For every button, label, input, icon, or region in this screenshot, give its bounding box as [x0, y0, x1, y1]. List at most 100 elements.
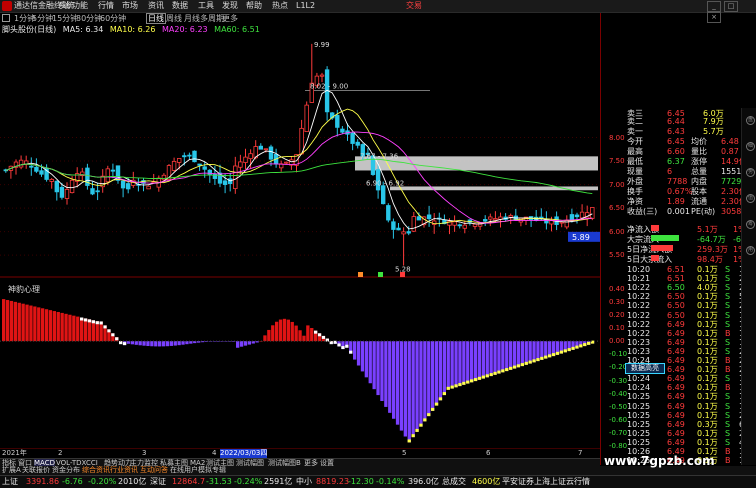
side-tab-5[interactable]: 用	[746, 246, 755, 255]
extension-tab-1[interactable]: 关联报价	[22, 466, 50, 475]
stat-row: 今开 6.45 均价 6.48	[601, 137, 756, 147]
side-tab-2[interactable]: 势	[746, 168, 755, 177]
zx-index-pct: -0.14%	[376, 477, 405, 486]
side-tab-4[interactable]: 筹	[746, 220, 755, 229]
sh-index-pct: -0.20%	[88, 477, 117, 486]
extension-tab-5[interactable]: 互动问答	[140, 466, 168, 475]
osc-tip	[540, 356, 544, 360]
highlight-tooltip[interactable]: 数据高亮	[625, 363, 665, 374]
stat-row: 最高 6.60 量比 0.87	[601, 147, 756, 157]
period-tab-7[interactable]: 月线	[184, 13, 200, 24]
extension-tab-2[interactable]: 资金分布	[52, 466, 80, 475]
menu-item-9[interactable]: 热点	[272, 0, 288, 12]
osc-bar	[37, 307, 41, 342]
ma5-label: MA5: 6.34	[62, 25, 104, 34]
menu-item-5[interactable]: 数据	[172, 0, 188, 12]
trade-button[interactable]: 交易	[406, 0, 422, 12]
osc-bar	[438, 341, 443, 401]
stat-value: 6.37	[667, 157, 685, 166]
period-tab-2[interactable]: 15分钟	[52, 13, 78, 24]
candle-body	[29, 165, 34, 168]
stat-label: 换手	[627, 187, 643, 196]
extension-tab-6[interactable]: 在线用户模拟专辑	[170, 466, 226, 475]
menu-item-6[interactable]: 工具	[198, 0, 214, 12]
chart-area[interactable]: 9.998.02 - 9.007.67 - 7.366.90 - 6.925.2…	[0, 24, 600, 465]
menu-item-8[interactable]: 帮助	[246, 0, 262, 12]
osc-tip	[80, 317, 84, 321]
osc-bar	[271, 325, 275, 342]
sz-index-pct: -0.24%	[234, 477, 263, 486]
stat-label: 最低	[627, 157, 643, 166]
minimize-icon[interactable]: _	[707, 1, 721, 12]
osc-tip	[587, 341, 591, 345]
period-tab-6[interactable]: 周线	[166, 13, 182, 24]
candle-body	[64, 188, 70, 199]
extension-tab-3[interactable]: 综合资讯	[82, 466, 110, 475]
period-tab-9[interactable]: 更多	[222, 13, 238, 24]
candle-body	[182, 155, 187, 158]
period-tab-1[interactable]: 5分钟	[32, 13, 53, 24]
osc-bar	[477, 341, 482, 380]
menu-item-4[interactable]: 资讯	[148, 0, 164, 12]
candle-body	[69, 179, 75, 194]
osc-bar	[399, 341, 404, 431]
candle-body	[238, 161, 243, 168]
osc-bar	[306, 325, 310, 342]
period-tab-3[interactable]: 30分钟	[76, 13, 102, 24]
osc-tip	[341, 346, 345, 350]
osc-tip	[446, 386, 450, 390]
candle-body	[248, 153, 253, 160]
osc-bar	[134, 341, 138, 345]
extension-tab-4[interactable]: 行业资讯	[110, 466, 138, 475]
ma20-label: MA20: 6.23	[162, 25, 208, 34]
osc-bar	[13, 301, 17, 342]
menu-item-10[interactable]: L1L2	[296, 0, 315, 12]
candle-body	[579, 211, 585, 219]
osc-bar	[470, 341, 474, 383]
title-bar: 通达信金融终端 交易 _ □× 系统 功能 行情 市场 资讯 数据 工具 发现 帮助 热点 L1L2	[0, 0, 756, 23]
candle-body	[482, 219, 488, 222]
side-tab-3[interactable]: 值	[746, 194, 755, 203]
stat-label: 最高	[627, 147, 643, 156]
osc-tip	[427, 413, 431, 417]
sh-index-label: 上证	[2, 477, 18, 486]
osc-bar	[466, 341, 470, 384]
osc-bar	[236, 341, 240, 348]
menu-item-3[interactable]: 市场	[122, 0, 138, 12]
candle-body	[49, 179, 54, 182]
osc-tip	[411, 434, 415, 438]
osc-bar	[481, 341, 485, 379]
period-tab-5[interactable]: 日线	[146, 13, 166, 24]
side-tab-0[interactable]: 盘	[746, 116, 755, 125]
candle-body	[335, 114, 340, 128]
stat-row: 外盘 7788 内盘 7729	[601, 177, 756, 187]
osc-tip	[431, 407, 435, 411]
osc-bar	[165, 341, 170, 347]
flow-bar	[651, 255, 659, 261]
osc-tip	[115, 337, 119, 341]
period-tab-8[interactable]: 多周期	[200, 13, 224, 24]
stat-value: 0.001	[667, 207, 690, 216]
stat-value: 1.89	[667, 197, 685, 206]
osc-bar	[458, 341, 462, 387]
annotation-high: 9.99	[314, 41, 330, 49]
sz-index-label: 深证	[150, 477, 166, 486]
osc-bar	[520, 341, 524, 367]
menu-item-7[interactable]: 发现	[222, 0, 238, 12]
candle-body	[105, 168, 110, 183]
side-tab-1[interactable]: 细	[746, 142, 755, 151]
date-label-7: 7	[578, 449, 583, 457]
osc-tip	[438, 397, 443, 401]
osc-bar	[376, 341, 380, 396]
osc-bar	[267, 329, 271, 342]
osc-bar	[415, 341, 419, 432]
chart-mode-icon[interactable]	[2, 14, 10, 22]
maximize-icon[interactable]: □	[724, 1, 738, 12]
vertical-scrollbar[interactable]: 盘细势值筹用	[741, 108, 756, 465]
extension-tab-0[interactable]: 扩展A	[2, 466, 21, 475]
menu-item-1[interactable]: 功能	[72, 0, 88, 12]
period-tab-4[interactable]: 60分钟	[100, 13, 126, 24]
osc-bar	[419, 341, 423, 427]
candle-body	[202, 166, 207, 170]
menu-item-2[interactable]: 行情	[98, 0, 114, 12]
